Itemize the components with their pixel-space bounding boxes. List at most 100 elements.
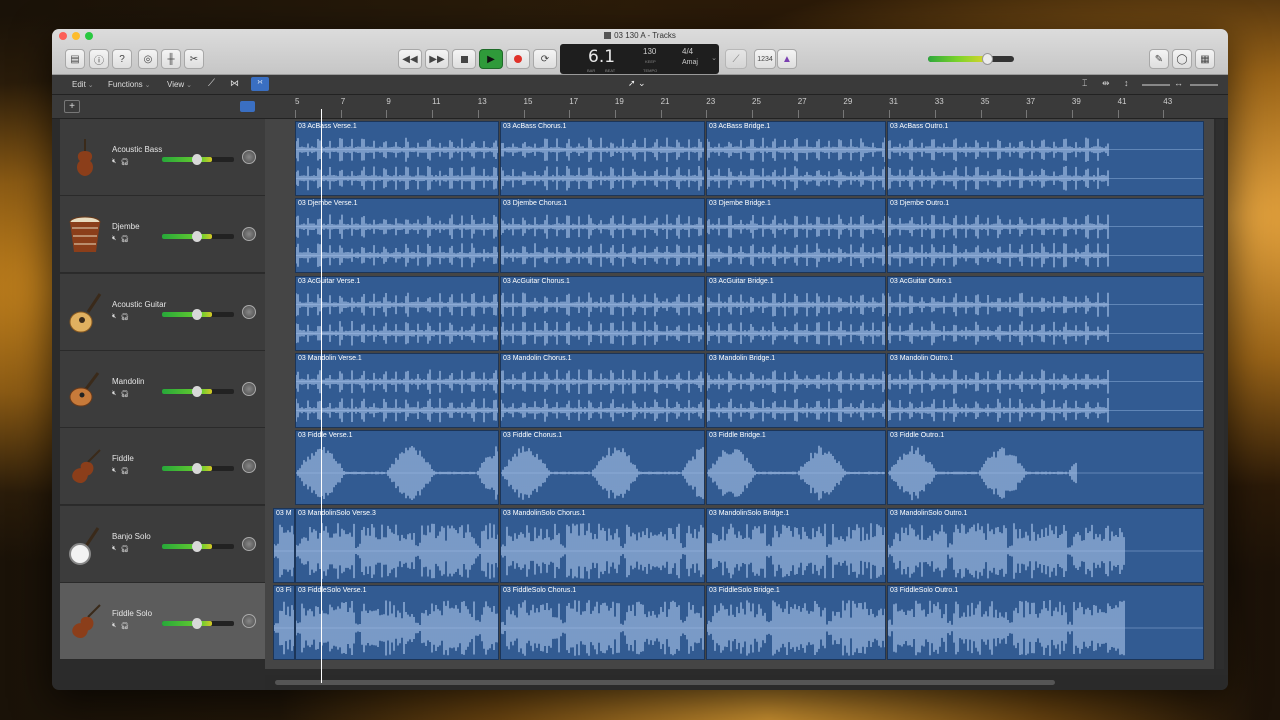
catch-playhead-button[interactable]: ›‹ <box>251 77 269 91</box>
play-button[interactable]: ▶ <box>479 49 503 69</box>
global-tracks-button[interactable] <box>240 101 255 112</box>
smart-controls-button[interactable]: ◎ <box>138 49 158 69</box>
audio-region[interactable]: 03 FiddleSolo Outro.1 <box>887 584 1204 660</box>
pan-knob[interactable] <box>242 304 256 319</box>
pointer-tool-icon[interactable]: ➚ ⌄ <box>628 78 646 89</box>
track-volume-fader[interactable] <box>162 617 234 629</box>
audio-region[interactable]: 03 MandolinSolo Verse.3 <box>295 507 499 583</box>
count-in-button[interactable]: 1234 <box>754 49 776 69</box>
vertical-zoom-slider[interactable] <box>1142 84 1170 86</box>
audio-region[interactable]: 03 Mandolin Verse.1 <box>295 352 499 428</box>
arrange-area[interactable]: 03 AcBass Verse.1 03 AcBass Chorus.1 03 Ac… <box>265 119 1214 669</box>
pan-knob[interactable] <box>242 613 256 628</box>
pan-knob[interactable] <box>242 227 256 242</box>
audio-region[interactable]: 03 Djembe Verse.1 <box>295 198 499 274</box>
cycle-button[interactable]: ⟳ <box>533 49 557 69</box>
track-volume-fader[interactable] <box>162 231 234 243</box>
notepad-button[interactable]: ✎ <box>1149 49 1169 69</box>
headphones-icon[interactable]: 🎧︎ <box>120 158 129 166</box>
audio-region[interactable]: 03 MandolinSolo Outro.1 <box>887 507 1204 583</box>
functions-menu[interactable]: Functions <box>108 80 151 89</box>
view-menu[interactable]: View <box>167 80 192 89</box>
lcd-display[interactable]: 6.1 BAR BEAT 130 KEEP TEMPO 4/4 Amaj ⌄ <box>560 44 719 74</box>
tuner-button[interactable]: ⟋ <box>725 49 747 69</box>
mute-icon[interactable]: 🔇︎ <box>112 622 116 630</box>
mute-icon[interactable]: 🔇︎ <box>112 235 116 243</box>
audio-region[interactable]: 03 Fiddle Verse.1 <box>295 430 499 506</box>
horizontal-scrollbar[interactable] <box>265 675 1228 690</box>
fader-knob[interactable] <box>192 385 202 397</box>
horizontal-zoom-slider[interactable] <box>1190 84 1218 86</box>
audio-region[interactable]: 03 AcBass Outro.1 <box>887 121 1204 196</box>
headphones-icon[interactable]: 🎧︎ <box>120 313 129 321</box>
add-track-button[interactable]: + <box>64 100 80 113</box>
audio-region[interactable]: 03 Mandolin Outro.1 <box>887 352 1204 428</box>
audio-region[interactable]: 03 Fiddle Outro.1 <box>887 430 1204 506</box>
edit-menu[interactable]: Edit <box>72 80 94 89</box>
stop-button[interactable] <box>452 49 476 69</box>
audio-region[interactable]: 03 M <box>273 507 295 583</box>
inspector-button[interactable]: ⓘ <box>89 49 109 69</box>
audio-region[interactable]: 03 Djembe Bridge.1 <box>706 198 886 274</box>
metronome-button[interactable]: ▲ <box>777 49 797 69</box>
playhead[interactable] <box>321 109 322 683</box>
track-header[interactable]: Acoustic Bass 🔇︎ 🎧︎ <box>60 119 265 196</box>
fader-knob[interactable] <box>192 154 202 165</box>
rewind-button[interactable]: ◀◀ <box>398 49 422 69</box>
fader-knob[interactable] <box>192 231 202 243</box>
help-button[interactable]: ? <box>112 49 132 69</box>
audio-region[interactable]: 03 AcGuitar Verse.1 <box>295 275 499 351</box>
audio-region[interactable]: 03 Mandolin Bridge.1 <box>706 352 886 428</box>
audio-region[interactable]: 03 AcBass Chorus.1 <box>500 121 705 196</box>
pan-knob[interactable] <box>242 381 256 396</box>
audio-region[interactable]: 03 FiddleSolo Verse.1 <box>295 584 499 660</box>
track-header[interactable]: Fiddle 🔇︎ 🎧︎ <box>60 428 265 506</box>
headphones-icon[interactable]: 🎧︎ <box>120 390 129 398</box>
editors-button[interactable]: ✂ <box>184 49 204 69</box>
audio-region[interactable]: 03 Fiddle Chorus.1 <box>500 430 705 506</box>
waveform-zoom-icon[interactable]: ⌶ <box>1082 78 1087 89</box>
audio-region[interactable]: 03 Mandolin Chorus.1 <box>500 352 705 428</box>
automation-icon[interactable]: ⟋ <box>208 78 215 89</box>
fader-knob[interactable] <box>192 463 202 475</box>
fast-forward-button[interactable]: ▶▶ <box>425 49 449 69</box>
mute-icon[interactable]: 🔇︎ <box>112 467 116 475</box>
headphones-icon[interactable]: 🎧︎ <box>120 467 129 475</box>
media-browser-button[interactable]: ▦ <box>1195 49 1215 69</box>
mixer-button[interactable]: ╫ <box>161 49 181 69</box>
audio-region[interactable]: 03 Fiddle Bridge.1 <box>706 430 886 506</box>
fader-knob[interactable] <box>192 540 202 552</box>
headphones-icon[interactable]: 🎧︎ <box>120 545 129 553</box>
library-button[interactable]: ▤ <box>65 49 85 69</box>
track-header[interactable]: Fiddle Solo 🔇︎ 🎧︎ <box>60 582 265 660</box>
audio-region[interactable]: 03 AcGuitar Chorus.1 <box>500 275 705 351</box>
audio-region[interactable]: 03 FiddleSolo Chorus.1 <box>500 584 705 660</box>
track-header[interactable]: Mandolin 🔇︎ 🎧︎ <box>60 350 265 428</box>
fader-knob[interactable] <box>192 617 202 629</box>
track-header[interactable]: Djembe 🔇︎ 🎧︎ <box>60 196 265 274</box>
track-volume-fader[interactable] <box>162 540 234 552</box>
audio-region[interactable]: 03 Djembe Chorus.1 <box>500 198 705 274</box>
audio-region[interactable]: 03 AcGuitar Bridge.1 <box>706 275 886 351</box>
record-button[interactable] <box>506 49 530 69</box>
headphones-icon[interactable]: 🎧︎ <box>120 622 129 630</box>
pan-knob[interactable] <box>242 536 256 551</box>
headphones-icon[interactable]: 🎧︎ <box>120 235 129 243</box>
pan-knob[interactable] <box>242 459 256 474</box>
flex-icon[interactable]: ⋈ <box>230 78 239 89</box>
loop-browser-button[interactable]: ◯ <box>1172 49 1192 69</box>
track-header[interactable]: Banjo Solo 🔇︎ 🎧︎ <box>60 505 265 583</box>
horizontal-zoom-icon[interactable]: ⇹ <box>1102 78 1110 89</box>
track-volume-fader[interactable] <box>162 385 234 397</box>
audio-region[interactable]: 03 AcBass Verse.1 <box>295 121 499 196</box>
audio-region[interactable]: 03 MandolinSolo Bridge.1 <box>706 507 886 583</box>
fader-knob[interactable] <box>192 308 202 320</box>
audio-region[interactable]: 03 Fi <box>273 584 295 660</box>
volume-knob[interactable] <box>982 53 993 65</box>
audio-region[interactable]: 03 Djembe Outro.1 <box>887 198 1204 274</box>
mute-icon[interactable]: 🔇︎ <box>112 390 116 398</box>
track-volume-fader[interactable] <box>162 308 234 320</box>
audio-region[interactable]: 03 AcBass Bridge.1 <box>706 121 886 196</box>
audio-region[interactable]: 03 FiddleSolo Bridge.1 <box>706 584 886 660</box>
mute-icon[interactable]: 🔇︎ <box>112 158 116 166</box>
